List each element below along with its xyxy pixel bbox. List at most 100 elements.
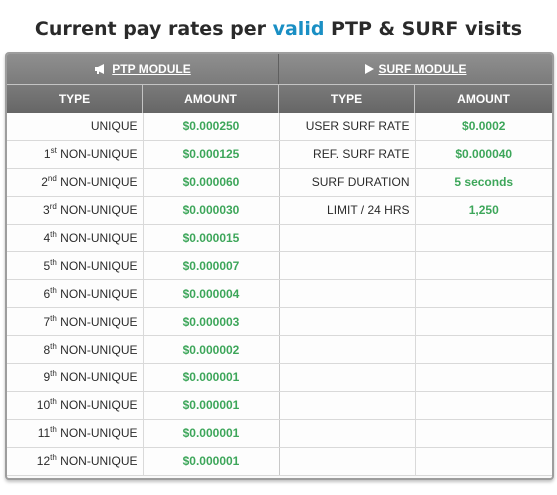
type-label: NON-UNIQUE: [56, 370, 138, 385]
surf-amount-cell: 1,250: [414, 195, 552, 225]
surf-type-cell: [278, 418, 416, 448]
surf-module-header[interactable]: SURF MODULE: [279, 54, 552, 84]
ptp-type-cell: 7th NON-UNIQUE: [7, 307, 144, 337]
type-label: NON-UNIQUE: [56, 147, 138, 162]
ordinal-suffix: th: [50, 453, 57, 463]
surf-amount-cell: [414, 307, 552, 337]
ptp-amount-cell: $0.000250: [142, 113, 280, 141]
ordinal-suffix: th: [50, 285, 57, 295]
surf-type-header: TYPE: [279, 84, 415, 113]
ptp-type-cell: 9th NON-UNIQUE: [7, 363, 144, 392]
table-row: 5th NON-UNIQUE $0.000007: [7, 251, 552, 281]
ordinal-number: 1: [43, 147, 51, 162]
surf-type-cell: REF. SURF RATE: [278, 139, 416, 169]
ptp-amount-cell: $0.000003: [142, 307, 280, 337]
ptp-type-cell: 1st NON-UNIQUE: [7, 139, 144, 169]
ptp-type-cell: 8th NON-UNIQUE: [7, 335, 144, 365]
surf-type-cell: [278, 363, 416, 392]
surf-amount-cell: 5 seconds: [414, 167, 552, 197]
ptp-type-cell: 11th NON-UNIQUE: [7, 418, 144, 448]
surf-type-cell: USER SURF RATE: [278, 113, 416, 141]
surf-type-cell: LIMIT / 24 HRS: [278, 195, 416, 225]
table-row: 1st NON-UNIQUE $0.000125 REF. SURF RATE $0.…: [7, 139, 552, 169]
table-row: 2nd NON-UNIQUE $0.000060 SURF DURATION 5 se…: [7, 167, 552, 197]
surf-amount-cell: [414, 363, 552, 392]
ptp-type-header: TYPE: [7, 84, 143, 113]
surf-type-cell: [278, 335, 416, 365]
table-row: 6th NON-UNIQUE $0.000004: [7, 279, 552, 309]
ordinal-number: 3: [43, 203, 50, 218]
table-row: 7th NON-UNIQUE $0.000003: [7, 307, 552, 337]
pay-rates-panel: PTP MODULE SURF MODULE TYPE AMOUNT TYPE …: [5, 52, 554, 480]
title-before: Current pay rates per: [34, 18, 273, 40]
type-label: NON-UNIQUE: [56, 175, 138, 190]
ptp-amount-cell: $0.000030: [142, 195, 280, 225]
ordinal-number: 11: [37, 426, 51, 441]
ordinal-suffix: th: [50, 341, 57, 351]
ptp-module-label[interactable]: PTP MODULE: [112, 62, 190, 76]
ptp-type-cell: 10th NON-UNIQUE: [7, 390, 144, 420]
ptp-type-cell: 4th NON-UNIQUE: [7, 223, 144, 253]
type-label: NON-UNIQUE: [56, 203, 138, 218]
surf-type-cell: [278, 390, 416, 420]
megaphone-icon: [94, 55, 107, 85]
type-label: NON-UNIQUE: [56, 258, 138, 273]
surf-amount-header: AMOUNT: [415, 84, 552, 113]
type-label: NON-UNIQUE: [56, 286, 138, 301]
surf-amount-cell: [414, 223, 552, 253]
surf-module-label[interactable]: SURF MODULE: [379, 62, 467, 76]
ptp-amount-cell: $0.000001: [142, 363, 280, 392]
ordinal-suffix: th: [50, 397, 57, 407]
table-row: UNIQUE $0.000250 USER SURF RATE $0.0002: [7, 113, 552, 141]
rates-table: UNIQUE $0.000250 USER SURF RATE $0.0002 1st …: [7, 113, 552, 476]
ptp-type-cell: UNIQUE: [7, 113, 144, 141]
page-title: Current pay rates per valid PTP & SURF v…: [0, 18, 557, 40]
table-row: 10th NON-UNIQUE $0.000001: [7, 390, 552, 420]
surf-amount-cell: $0.0002: [414, 113, 552, 141]
surf-amount-cell: [414, 335, 552, 365]
type-label: NON-UNIQUE: [56, 398, 138, 413]
ordinal-suffix: th: [50, 425, 57, 435]
surf-type-cell: [278, 251, 416, 281]
ptp-type-cell: 6th NON-UNIQUE: [7, 279, 144, 309]
ptp-amount-cell: $0.000060: [142, 167, 280, 197]
ptp-module-header[interactable]: PTP MODULE: [7, 54, 279, 84]
title-after: PTP & SURF visits: [324, 18, 523, 40]
ptp-type-cell: 2nd NON-UNIQUE: [7, 167, 144, 197]
table-row: 9th NON-UNIQUE $0.000001: [7, 363, 552, 392]
surf-type-cell: [278, 446, 416, 476]
ptp-amount-cell: $0.000015: [142, 223, 280, 253]
ordinal-number: 10: [36, 398, 51, 413]
ptp-amount-cell: $0.000001: [142, 446, 280, 476]
ordinal-suffix: th: [50, 257, 57, 267]
table-row: 12th NON-UNIQUE $0.000001: [7, 446, 552, 476]
surf-amount-cell: $0.000040: [414, 139, 552, 169]
ordinal-suffix: th: [50, 313, 57, 323]
ptp-type-cell: 3rd NON-UNIQUE: [7, 195, 144, 225]
table-row: 11th NON-UNIQUE $0.000001: [7, 418, 552, 448]
surf-type-cell: [278, 279, 416, 309]
ordinal-number: 12: [36, 454, 51, 469]
play-icon: [364, 55, 374, 85]
ptp-amount-cell: $0.000002: [142, 335, 280, 365]
surf-amount-cell: [414, 251, 552, 281]
surf-type-cell: SURF DURATION: [278, 167, 416, 197]
ordinal-number: 2: [41, 175, 48, 190]
surf-type-cell: [278, 223, 416, 253]
ordinal-suffix: nd: [47, 174, 57, 184]
surf-amount-cell: [414, 390, 552, 420]
ptp-amount-cell: $0.000007: [142, 251, 280, 281]
type-label: NON-UNIQUE: [56, 454, 138, 469]
type-label: NON-UNIQUE: [56, 426, 138, 441]
type-label: NON-UNIQUE: [56, 342, 138, 357]
ptp-amount-cell: $0.000125: [142, 139, 280, 169]
ptp-amount-cell: $0.000001: [142, 418, 280, 448]
ptp-type-cell: 5th NON-UNIQUE: [7, 251, 144, 281]
ptp-amount-header: AMOUNT: [143, 84, 279, 113]
ordinal-suffix: rd: [49, 202, 57, 212]
type-label: NON-UNIQUE: [56, 231, 138, 245]
table-row: 4th NON-UNIQUE $0.000015: [7, 223, 552, 253]
surf-amount-cell: [414, 279, 552, 309]
surf-amount-cell: [414, 446, 552, 476]
ordinal-suffix: th: [50, 369, 57, 379]
